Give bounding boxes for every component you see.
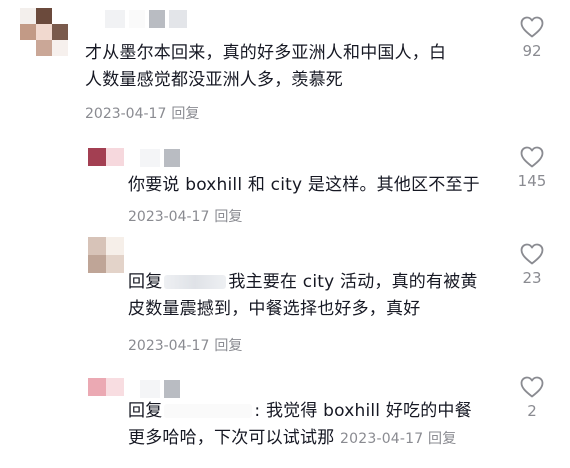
comment-meta: 2023-04-17 回复 [128, 335, 242, 355]
reply-item: 回复 我主要在 city 活动，真的有被黄 皮数量震撼到，中餐选择也好多，真好 2… [0, 235, 570, 360]
reply-button[interactable]: 回复 [214, 338, 242, 354]
comment-text: 回复: 我觉得 boxhill 好吃的中餐 更多哈哈，下次可以试试那 2023-… [128, 401, 472, 448]
like-button[interactable]: 23 [516, 243, 548, 287]
reply-button[interactable]: 回复 [428, 431, 456, 447]
like-count: 92 [522, 42, 542, 60]
comment-text: 才从墨尔本回来，真的好多亚洲人和中国人，白 人数量感觉都没亚洲人多，羡慕死 [85, 43, 447, 90]
like-count: 145 [517, 172, 547, 190]
heart-outline-icon [520, 146, 544, 168]
like-button[interactable]: 145 [516, 146, 548, 190]
comment-date: 2023-04-17 [340, 431, 424, 447]
comment-item: 才从墨尔本回来，真的好多亚洲人和中国人，白 人数量感觉都没亚洲人多，羡慕死 20… [0, 0, 570, 130]
comment-date: 2023-04-17 [128, 209, 210, 225]
like-count: 23 [522, 269, 542, 287]
like-count: 2 [527, 402, 537, 420]
username[interactable] [140, 149, 180, 167]
like-button[interactable]: 2 [516, 376, 548, 420]
reply-prefix: 回复 [128, 272, 163, 292]
comment-text: 你要说 boxhill 和 city 是这样。其他区不至于 [128, 175, 480, 195]
heart-outline-icon [520, 16, 544, 38]
comment-text: 回复 我主要在 city 活动，真的有被黄 皮数量震撼到，中餐选择也好多，真好 [128, 272, 478, 319]
heart-outline-icon [520, 376, 544, 398]
mention-username[interactable] [164, 275, 227, 289]
avatar[interactable] [88, 237, 124, 273]
comment-date: 2023-04-17 [128, 338, 210, 354]
reply-button[interactable]: 回复 [214, 209, 242, 225]
comment-date: 2023-04-17 [85, 106, 167, 122]
avatar[interactable] [88, 378, 124, 414]
heart-outline-icon [520, 243, 544, 265]
avatar[interactable] [88, 148, 124, 184]
reply-prefix: 回复 [128, 401, 163, 421]
username[interactable] [140, 380, 180, 398]
username[interactable] [105, 10, 187, 28]
reply-item: 你要说 boxhill 和 city 是这样。其他区不至于 2023-04-17… [0, 140, 570, 230]
comment-meta: 2023-04-17 回复 [85, 103, 199, 123]
mention-username[interactable] [164, 404, 253, 418]
comment-meta: 2023-04-17 回复 [340, 431, 456, 447]
comment-meta: 2023-04-17 回复 [128, 206, 242, 226]
reply-button[interactable]: 回复 [171, 106, 199, 122]
reply-item: 回复: 我觉得 boxhill 好吃的中餐 更多哈哈，下次可以试试那 2023-… [0, 370, 570, 468]
like-button[interactable]: 92 [516, 16, 548, 60]
avatar[interactable] [20, 8, 68, 56]
